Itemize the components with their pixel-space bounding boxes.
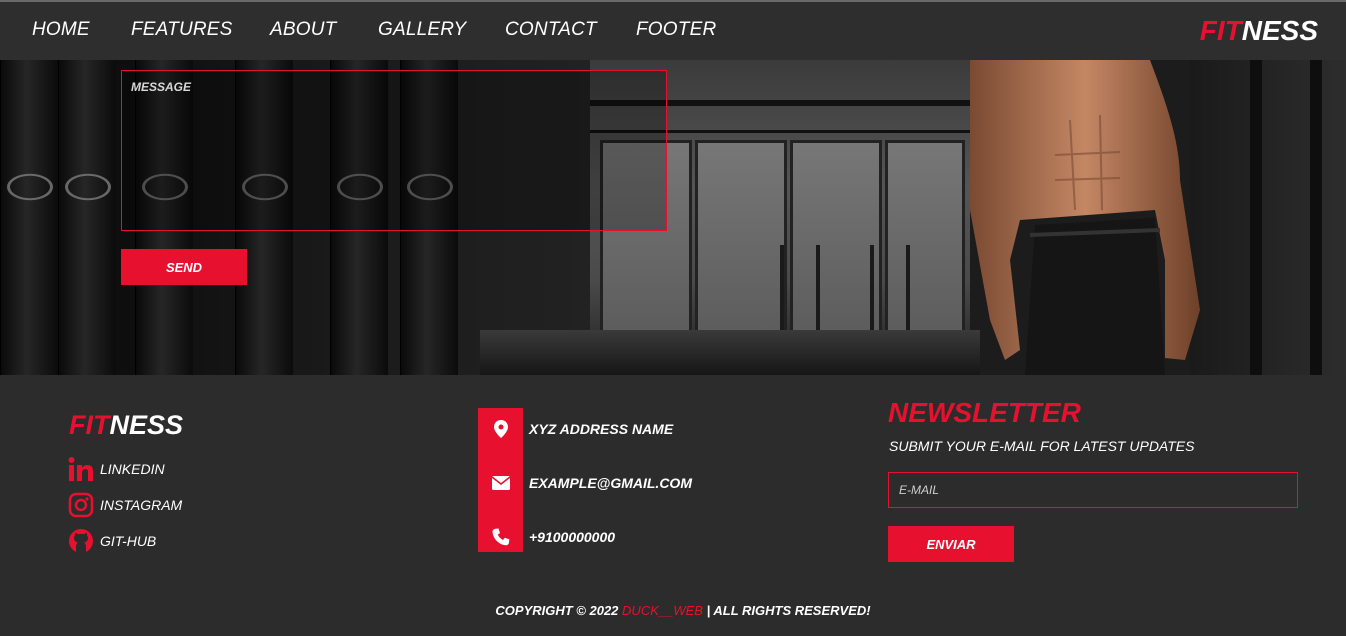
gym-rack-background <box>1190 60 1346 375</box>
linkedin-icon <box>68 456 94 482</box>
copyright-prefix: COPYRIGHT © 2022 <box>495 603 619 618</box>
envelope-icon <box>478 468 523 498</box>
contact-icon-bar <box>478 408 523 552</box>
contact-email[interactable]: EXAMPLE@GMAIL.COM <box>529 475 692 491</box>
newsletter-subtitle: SUBMIT YOUR E-MAIL FOR LATEST UPDATES <box>889 438 1195 454</box>
top-navbar: HOME FEATURES ABOUT GALLERY CONTACT FOOT… <box>0 0 1346 60</box>
github-icon <box>68 528 94 554</box>
contact-address: XYZ ADDRESS NAME <box>529 421 674 437</box>
instagram-icon <box>68 492 94 518</box>
copyright-suffix: | ALL RIGHTS RESERVED! <box>706 603 871 618</box>
gym-floor <box>480 330 980 375</box>
instagram-label: INSTAGRAM <box>100 497 183 513</box>
location-pin-icon <box>478 414 523 444</box>
contact-hero-section: MESSAGE SEND <box>0 60 1346 375</box>
footer-brand-white-part: NESS <box>109 410 184 440</box>
athlete-image <box>970 60 1200 375</box>
nav-link-contact[interactable]: CONTACT <box>505 19 597 41</box>
nav-link-home[interactable]: HOME <box>32 19 90 41</box>
newsletter-submit-button[interactable]: ENVIAR <box>888 526 1014 562</box>
social-link-instagram[interactable]: INSTAGRAM <box>68 492 182 518</box>
footer-brand-logo: FITNESS <box>69 410 183 441</box>
footer-brand-red-part: FIT <box>69 410 110 440</box>
brand-logo-white-part: NESS <box>1241 15 1318 46</box>
linkedin-label: LINKEDIN <box>100 461 165 477</box>
social-link-github[interactable]: GIT-HUB <box>68 528 156 554</box>
contact-phone[interactable]: +9100000000 <box>529 529 615 545</box>
nav-link-about[interactable]: ABOUT <box>270 19 336 41</box>
newsletter-email-input[interactable] <box>888 472 1298 508</box>
github-label: GIT-HUB <box>100 533 157 549</box>
message-textarea[interactable]: MESSAGE <box>121 70 667 231</box>
copyright-author-link[interactable]: DUCK__WEB <box>622 603 703 618</box>
nav-link-gallery[interactable]: GALLERY <box>378 19 466 41</box>
brand-logo[interactable]: FITNESS <box>1200 15 1318 47</box>
newsletter-title: NEWSLETTER <box>888 397 1081 428</box>
message-label: MESSAGE <box>131 80 192 94</box>
social-link-linkedin[interactable]: LINKEDIN <box>68 456 165 482</box>
send-button[interactable]: SEND <box>121 249 247 285</box>
nav-link-features[interactable]: FEATURES <box>131 19 233 41</box>
footer: FITNESS LINKEDIN INSTAGRAM GIT-HUB XYZ A… <box>0 375 1346 636</box>
brand-logo-red-part: FIT <box>1199 15 1242 46</box>
copyright-text: COPYRIGHT © 2022 DUCK__WEB | ALL RIGHTS … <box>0 603 1346 618</box>
nav-link-footer[interactable]: FOOTER <box>636 19 716 41</box>
phone-icon <box>478 522 523 552</box>
